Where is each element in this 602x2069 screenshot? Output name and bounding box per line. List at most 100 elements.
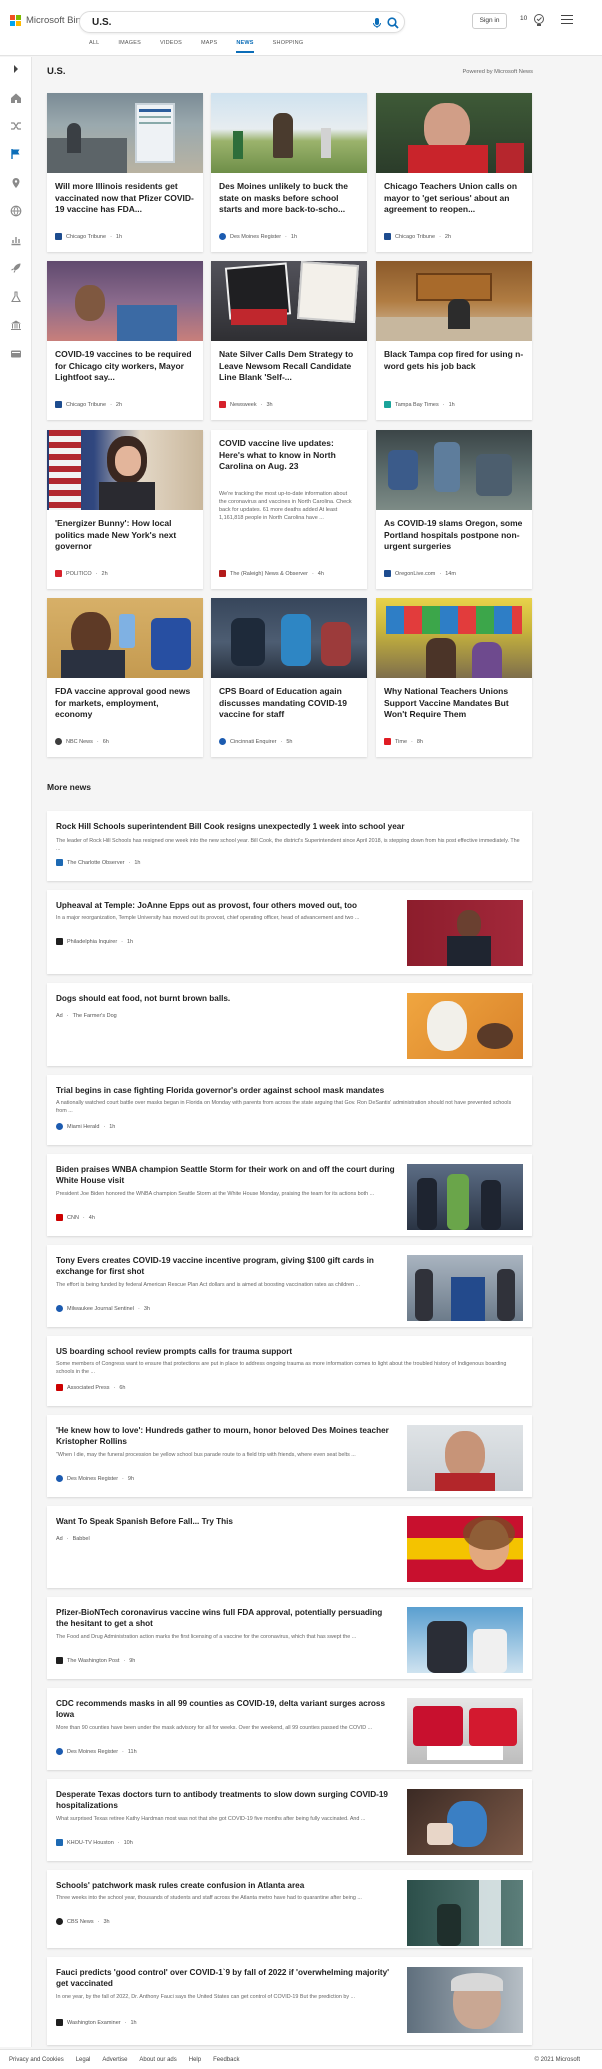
footer-link-feedback[interactable]: Feedback (213, 2057, 239, 2063)
news-row[interactable]: Fauci predicts 'good control' over COVID… (47, 1957, 532, 2045)
news-card-title[interactable]: Des Moines unlikely to buck the state on… (219, 181, 361, 216)
news-card[interactable]: Chicago Teachers Union calls on mayor to… (376, 93, 532, 252)
news-card-image (47, 598, 203, 678)
news-row[interactable]: Pfizer-BioNTech coronavirus vaccine wins… (47, 1597, 532, 1679)
footer-link-advertise[interactable]: Advertise (102, 2057, 127, 2063)
news-row-title[interactable]: Upheaval at Temple: JoAnne Epps out as p… (56, 900, 396, 911)
tab-news[interactable]: NEWS (236, 40, 254, 53)
news-row-image (407, 900, 523, 966)
news-row-title[interactable]: Rock Hill Schools superintendent Bill Co… (56, 821, 516, 832)
news-row[interactable]: 'He knew how to love': Hundreds gather t… (47, 1415, 532, 1497)
news-row-title[interactable]: Pfizer-BioNTech coronavirus vaccine wins… (56, 1607, 396, 1629)
tab-videos[interactable]: VIDEOS (160, 40, 182, 53)
news-card-title[interactable]: Why National Teachers Unions Support Vac… (384, 686, 526, 721)
news-card-title[interactable]: FDA vaccine approval good news for marke… (55, 686, 197, 721)
news-row-title[interactable]: Fauci predicts 'good control' over COVID… (56, 1967, 396, 1989)
news-card[interactable]: Will more Illinois residents get vaccina… (47, 93, 203, 252)
news-row[interactable]: Trial begins in case fighting Florida go… (47, 1075, 532, 1145)
hamburger-menu-icon[interactable] (561, 15, 573, 25)
news-row[interactable]: Desperate Texas doctors turn to antibody… (47, 1779, 532, 1861)
news-row-title[interactable]: US boarding school review prompts calls … (56, 1346, 516, 1357)
sign-in-button[interactable]: Sign in (472, 13, 507, 29)
video-icon[interactable] (10, 348, 22, 360)
news-card-title[interactable]: As COVID-19 slams Oregon, some Portland … (384, 518, 526, 553)
news-row-description: The Food and Drug Administration action … (56, 1634, 357, 1640)
news-card-title[interactable]: Chicago Teachers Union calls on mayor to… (384, 181, 526, 216)
news-card-title[interactable]: COVID vaccine live updates: Here's what … (219, 438, 361, 473)
news-row-image (407, 1880, 523, 1946)
news-card-source: Des Moines Register · 1h (219, 233, 297, 240)
news-card[interactable]: Why National Teachers Unions Support Vac… (376, 598, 532, 757)
globe-icon[interactable] (10, 205, 22, 217)
news-row[interactable]: Schools' patchwork mask rules create con… (47, 1870, 532, 1948)
pin-icon[interactable] (10, 177, 22, 189)
news-card[interactable]: COVID-19 vaccines to be required for Chi… (47, 261, 203, 420)
tab-maps[interactable]: MAPS (201, 40, 217, 53)
bank-icon[interactable] (10, 319, 22, 331)
ad-row-title[interactable]: Want To Speak Spanish Before Fall... Try… (56, 1516, 396, 1527)
news-card[interactable]: Des Moines unlikely to buck the state on… (211, 93, 367, 252)
news-row-title[interactable]: CDC recommends masks in all 99 counties … (56, 1698, 396, 1720)
news-card-source: Time · 8h (384, 738, 423, 745)
ad-row-image (407, 1516, 523, 1582)
news-row[interactable]: Biden praises WNBA champion Seattle Stor… (47, 1154, 532, 1236)
news-card[interactable]: FDA vaccine approval good news for marke… (47, 598, 203, 757)
ad-row[interactable]: Dogs should eat food, not burnt brown ba… (47, 983, 532, 1066)
news-row-source: Philadelphia Inquirer · 1h (56, 938, 133, 945)
footer-link-privacy[interactable]: Privacy and Cookies (9, 2057, 64, 2063)
tab-all[interactable]: ALL (89, 40, 99, 53)
source-logo-icon (384, 233, 391, 240)
tab-shopping[interactable]: SHOPPING (273, 40, 304, 53)
news-card[interactable]: Nate Silver Calls Dem Strategy to Leave … (211, 261, 367, 420)
news-row-source: Des Moines Register · 9h (56, 1475, 134, 1482)
shuffle-icon[interactable] (10, 120, 22, 132)
powered-by[interactable]: Powered by Microsoft News (463, 69, 534, 75)
ad-row-title[interactable]: Dogs should eat food, not burnt brown ba… (56, 993, 396, 1004)
news-card-source: Chicago Tribune · 2h (55, 401, 122, 408)
news-card[interactable]: As COVID-19 slams Oregon, some Portland … (376, 430, 532, 589)
flag-icon[interactable] (10, 148, 22, 160)
news-row-source: Milwaukee Journal Sentinel · 3h (56, 1305, 150, 1312)
news-card[interactable]: Black Tampa cop fired for using n-word g… (376, 261, 532, 420)
source-logo-icon (55, 570, 62, 577)
microphone-icon[interactable] (370, 16, 384, 30)
news-row-source: Miami Herald · 1h (56, 1123, 115, 1130)
footer-link-legal[interactable]: Legal (76, 2057, 91, 2063)
news-card-title[interactable]: Will more Illinois residents get vaccina… (55, 181, 197, 216)
bing-logo[interactable]: Microsoft Bing (10, 15, 86, 26)
footer-link-help[interactable]: Help (189, 2057, 201, 2063)
home-icon[interactable] (10, 92, 22, 104)
rewards-trophy-icon[interactable] (533, 13, 545, 28)
news-card-title[interactable]: COVID-19 vaccines to be required for Chi… (55, 349, 197, 384)
news-card-text-only[interactable]: COVID vaccine live updates: Here's what … (211, 430, 367, 589)
news-row[interactable]: US boarding school review prompts calls … (47, 1336, 532, 1406)
news-card[interactable]: 'Energizer Bunny': How local politics ma… (47, 430, 203, 589)
tab-images[interactable]: IMAGES (118, 40, 141, 53)
news-row-title[interactable]: Desperate Texas doctors turn to antibody… (56, 1789, 396, 1811)
news-card-title[interactable]: Black Tampa cop fired for using n-word g… (384, 349, 526, 372)
search-input[interactable]: U.S. (92, 17, 111, 28)
news-row[interactable]: Tony Evers creates COVID-19 vaccine ince… (47, 1245, 532, 1327)
ad-row-source: Ad · The Farmer's Dog (56, 1013, 117, 1019)
chart-icon[interactable] (10, 234, 22, 246)
news-card-title[interactable]: 'Energizer Bunny': How local politics ma… (55, 518, 197, 553)
news-row-title[interactable]: Tony Evers creates COVID-19 vaccine ince… (56, 1255, 396, 1277)
flask-icon[interactable] (10, 291, 22, 303)
news-row-title[interactable]: Schools' patchwork mask rules create con… (56, 1880, 396, 1891)
news-row[interactable]: CDC recommends masks in all 99 counties … (47, 1688, 532, 1770)
news-row[interactable]: Upheaval at Temple: JoAnne Epps out as p… (47, 890, 532, 974)
rewards-count[interactable]: 10 (520, 15, 527, 22)
expand-icon[interactable] (10, 63, 22, 75)
news-card-title[interactable]: Nate Silver Calls Dem Strategy to Leave … (219, 349, 361, 384)
news-row-title[interactable]: 'He knew how to love': Hundreds gather t… (56, 1425, 396, 1447)
news-card[interactable]: CPS Board of Education again discusses m… (211, 598, 367, 757)
footer-link-about-ads[interactable]: About our ads (139, 2057, 176, 2063)
news-row[interactable]: Rock Hill Schools superintendent Bill Co… (47, 811, 532, 881)
news-row-title[interactable]: Trial begins in case fighting Florida go… (56, 1085, 516, 1096)
search-icon[interactable] (386, 16, 400, 30)
news-row-title[interactable]: Biden praises WNBA champion Seattle Stor… (56, 1164, 396, 1186)
news-card-title[interactable]: CPS Board of Education again discusses m… (219, 686, 361, 721)
search-box[interactable]: U.S. (79, 11, 405, 33)
ad-row[interactable]: Want To Speak Spanish Before Fall... Try… (47, 1506, 532, 1588)
rocket-icon[interactable] (10, 262, 22, 274)
